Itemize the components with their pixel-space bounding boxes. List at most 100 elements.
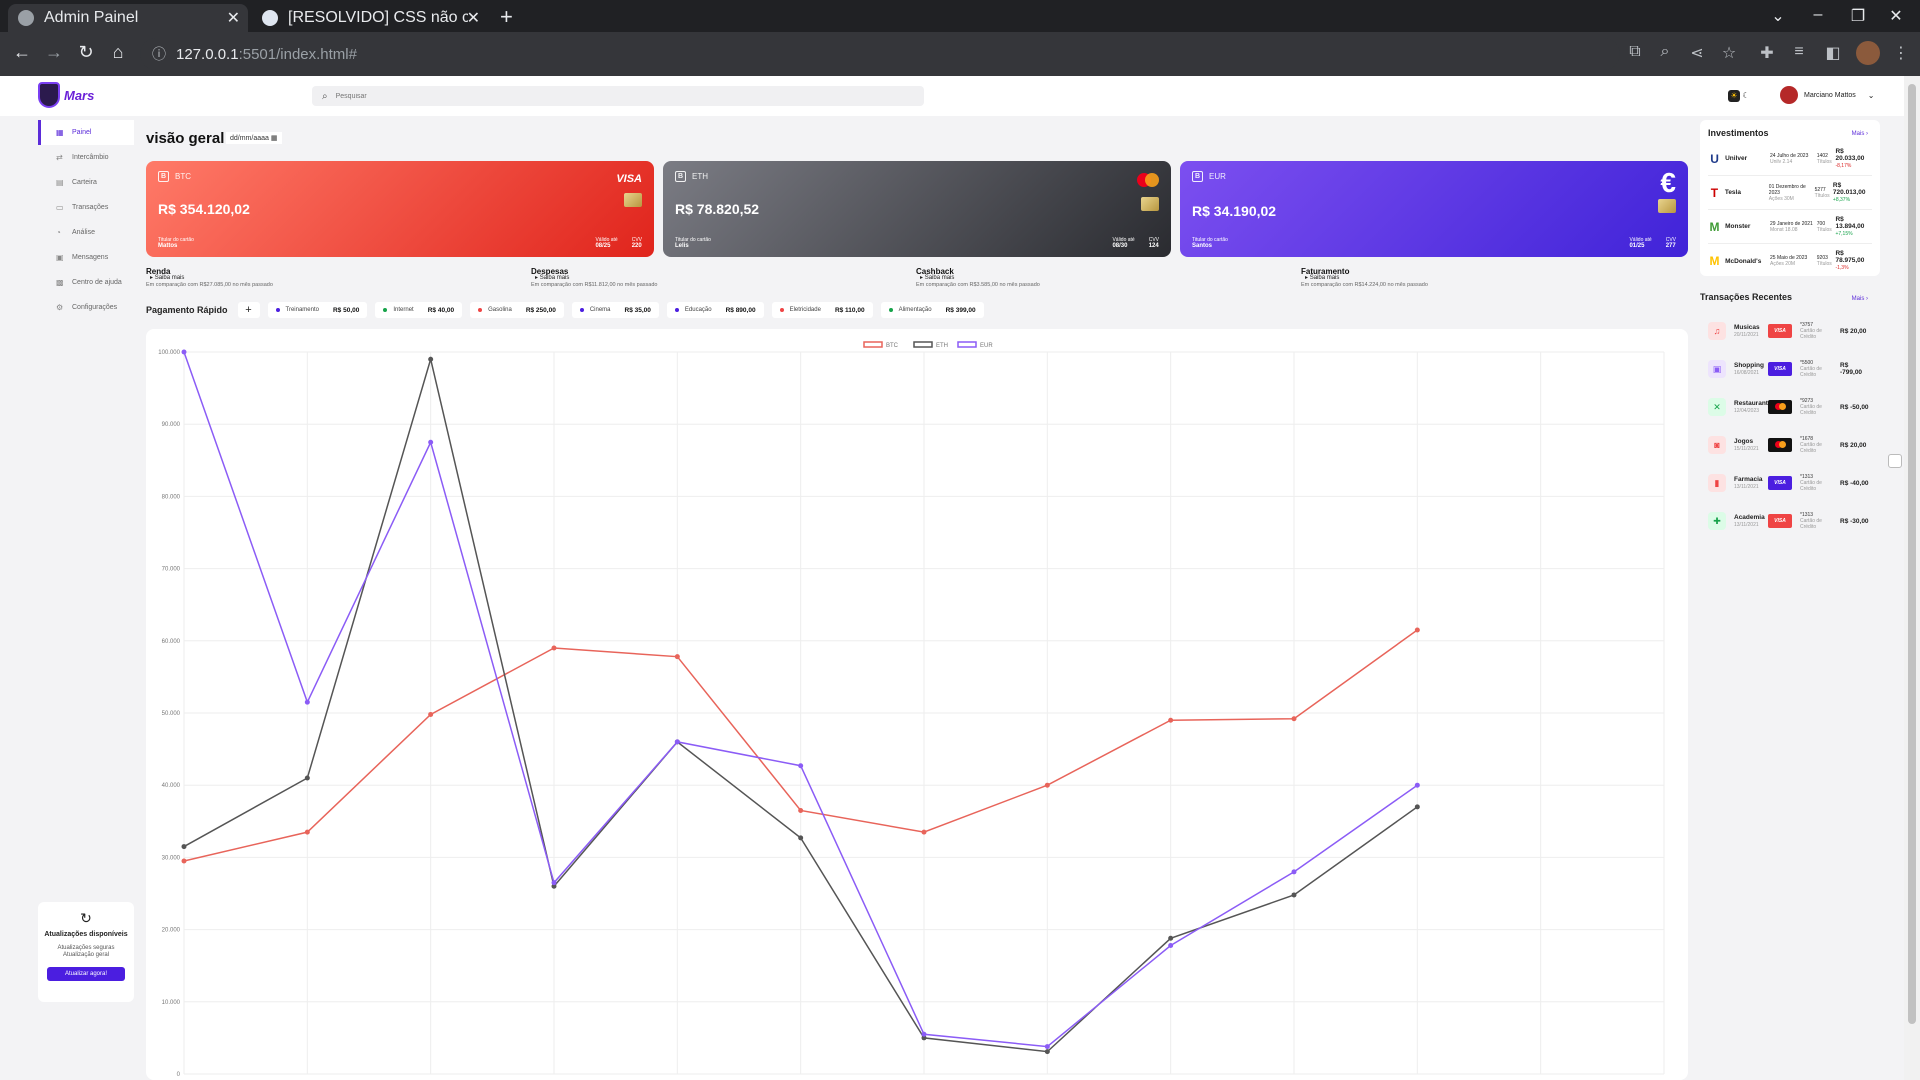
learn-more-toggle[interactable]: ▸ Saiba mais (1305, 275, 1686, 282)
learn-more-toggle[interactable]: ▸ Saiba mais (535, 275, 916, 282)
sidebar-item-3[interactable]: ▭ Transações (38, 195, 134, 220)
value-text: R$ 20.033,00 (1835, 147, 1865, 162)
sidebar-item-2[interactable]: ▤ Carteira (38, 170, 134, 195)
y-tick-label: 10.000 (162, 1000, 181, 1006)
investment-name: Monster (1725, 223, 1751, 230)
investment-row[interactable]: U Unilver 24 Julho de 2023 Unilv 2.14 1402 Tí… (1708, 142, 1872, 176)
tab-search-icon[interactable]: ⌄ (1766, 6, 1790, 28)
media-icon[interactable]: ≡ (1788, 43, 1810, 61)
quick-pay-chip[interactable]: Internet R$ 40,00 (375, 302, 463, 318)
investment-row[interactable]: M Monster 29 Janeiro de 2021 Monst 18.08 700… (1708, 210, 1872, 244)
learn-more-toggle[interactable]: ▸ Saiba mais (150, 275, 531, 282)
card-eur[interactable]: B EUR € R$ 34.190,02 Titular do cartão San… (1180, 161, 1688, 257)
investment-value: R$ 78.975,00 -1,3% (1835, 250, 1872, 272)
quick-pay-label: Gasolina (488, 307, 512, 313)
side-panel-icon[interactable]: ◧ (1822, 43, 1844, 63)
close-icon[interactable]: ✕ (227, 8, 240, 28)
quick-pay-chip[interactable]: Cinema R$ 35,00 (571, 302, 659, 318)
home-icon[interactable]: ⌂ (106, 42, 130, 63)
transaction-row[interactable]: ✕ Restaurante 12/04/2023 *9273 Cartão de Cré… (1700, 388, 1880, 426)
sidebar-item-5[interactable]: ▣ Mensagens (38, 245, 134, 270)
profile-avatar[interactable] (1856, 41, 1880, 65)
data-point (1291, 892, 1297, 898)
search-input[interactable] (335, 92, 896, 100)
data-point (181, 844, 187, 850)
quick-pay-chip[interactable]: Educação R$ 890,00 (666, 302, 764, 318)
sidebar-item-1[interactable]: ⇄ Intercâmbio (38, 145, 134, 170)
transaction-row[interactable]: ▣ Shopping 16/08/2021 VISA *5500 Cartão de Cr… (1700, 350, 1880, 388)
new-tab-button[interactable]: + (500, 4, 513, 30)
data-point (1414, 804, 1420, 810)
search-bar[interactable]: ⌕ (312, 86, 924, 106)
restore-button[interactable]: ❐ (1846, 6, 1870, 28)
sidebar-item-7[interactable]: ⚙ Configurações (38, 295, 134, 320)
legend-swatch (957, 341, 977, 348)
quick-pay-chip[interactable]: Alimentação R$ 399,00 (880, 302, 984, 318)
card-meta: *3757 Cartão de Crédito (1800, 322, 1838, 340)
calendar-icon[interactable]: ▦ (271, 135, 278, 142)
legend-label: ETH (936, 343, 948, 349)
page-scrollbar[interactable] (1904, 76, 1920, 1080)
quick-pay-chip[interactable]: Eletricidade R$ 110,00 (771, 302, 873, 318)
tab-resolvido[interactable]: [RESOLVIDO] CSS não car ✕ (252, 4, 488, 32)
quick-pay-amount: R$ 890,00 (725, 306, 756, 314)
coin-icon: B (675, 171, 686, 182)
transactions-more-link[interactable]: Mais › (1852, 296, 1868, 302)
transaction-row[interactable]: ◙ Jogos 15/11/2021 *1678 Cartão de Crédito R$… (1700, 426, 1880, 464)
menu-kebab-icon[interactable]: ⋮ (1890, 43, 1912, 63)
sidebar-item-4[interactable]: ◔ Análise (38, 220, 134, 245)
forward-icon[interactable]: → (42, 42, 66, 63)
quick-pay-chip[interactable]: Gasolina R$ 250,00 (470, 302, 564, 318)
investments-more-link[interactable]: Mais › (1852, 131, 1868, 137)
card-meta: *9273 Cartão de Crédito (1800, 398, 1838, 416)
back-icon[interactable]: ← (10, 42, 34, 63)
sidebar-item-0[interactable]: ▦ Painel (38, 120, 134, 145)
name-text: Shopping (1734, 361, 1764, 369)
cvv-value: 124 (1148, 243, 1159, 249)
card-btc[interactable]: B BTC VISA R$ 354.120,02 Titular do cartã… (146, 161, 654, 257)
minimize-button[interactable]: – (1806, 6, 1830, 28)
extensions-icon[interactable]: ✚ (1756, 43, 1778, 63)
status-dot-icon (275, 308, 280, 312)
scrollbar-thumb[interactable] (1908, 84, 1916, 1024)
card-badge: B BTC (158, 171, 642, 182)
add-payment-button[interactable]: + (237, 302, 260, 318)
reload-icon[interactable]: ↻ (74, 42, 98, 63)
data-point (304, 829, 310, 835)
address-bar[interactable]: ⓘ 127.0.0.1 :5501/index.html# (140, 38, 1620, 70)
sidebar-item-6[interactable]: ▩ Centro de ajuda (38, 270, 134, 295)
feedback-icon[interactable] (1888, 454, 1902, 468)
change-text: -1,3% (1835, 265, 1849, 271)
transaction-row[interactable]: ▮ Farmacia 13/11/2021 VISA *1313 Cartão de Cr… (1700, 464, 1880, 502)
card-type: Cartão de Crédito (1800, 518, 1822, 530)
transaction-row[interactable]: ♫ Musicas 20/11/2021 VISA *3757 Cartão de Cré… (1700, 312, 1880, 350)
data-point (1168, 717, 1174, 723)
quick-pay-chip[interactable]: Treinamento R$ 50,00 (267, 302, 368, 318)
close-icon[interactable]: ✕ (467, 8, 480, 28)
data-point (1168, 935, 1174, 941)
bookmark-star-icon[interactable]: ☆ (1718, 43, 1740, 63)
value-text: R$ 78.975,00 (1835, 250, 1865, 264)
share-icon[interactable]: ⋖ (1686, 43, 1708, 63)
y-tick-label: 50.000 (162, 711, 181, 717)
y-tick-label: 60.000 (162, 639, 181, 645)
brand-logo[interactable]: Mars (38, 82, 94, 108)
card-eth[interactable]: B ETH R$ 78.820,52 Titular do cartão Lelis… (663, 161, 1171, 257)
zoom-icon[interactable]: ⌕ (1654, 43, 1676, 61)
transaction-row[interactable]: ✚ Academia 13/11/2021 VISA *1313 Cartão de Cr… (1700, 502, 1880, 540)
date-input[interactable]: dd/mm/aaaa ▦ (226, 132, 282, 144)
card-meta: *1313 Cartão de Crédito (1800, 512, 1838, 530)
learn-more-toggle[interactable]: ▸ Saiba mais (920, 275, 1301, 282)
tab-admin-painel[interactable]: Admin Painel ✕ (8, 4, 248, 32)
date-text: 13/11/2021 (1734, 521, 1759, 528)
translate-icon[interactable]: ⧉ (1624, 43, 1646, 61)
update-now-button[interactable]: Atualizar agora! (47, 967, 125, 981)
user-menu[interactable]: Marciano Mattos ⌄ (1780, 86, 1874, 104)
close-window-button[interactable]: ✕ (1884, 6, 1908, 28)
investment-row[interactable]: T Tesla 01 Dezembro de 2023 Ações 30M 5277 Tí… (1708, 176, 1872, 210)
info-icon[interactable]: ⓘ (152, 44, 166, 64)
sidebar-item-label: Intercâmbio (72, 154, 109, 161)
investment-row[interactable]: M McDonald's 25 Maio de 2023 Ações 20M 9203 T… (1708, 244, 1872, 278)
theme-toggle[interactable]: ☀ ☾ (1728, 90, 1754, 102)
transaction-amount: R$ -40,00 (1840, 479, 1869, 487)
